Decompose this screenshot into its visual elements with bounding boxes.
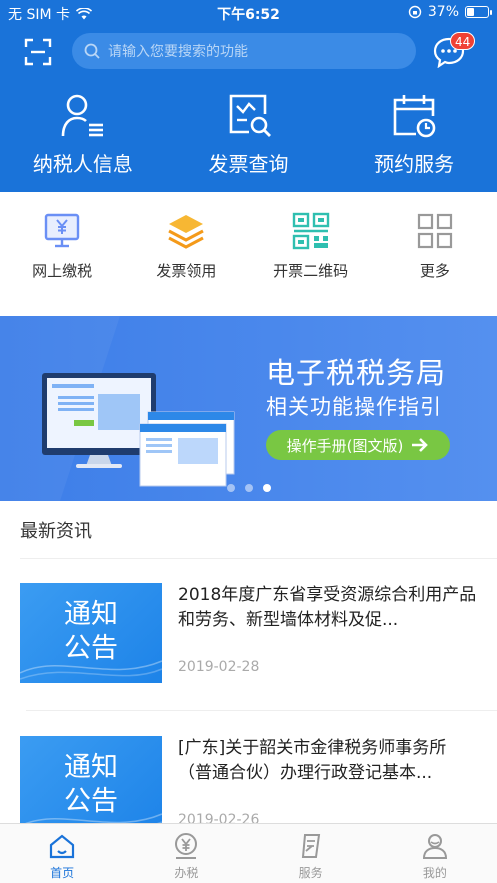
search-icon — [84, 43, 100, 59]
calendar-clock-icon — [393, 95, 436, 138]
tab-bar: 首页 办税 服务 我的 — [0, 823, 497, 883]
search-placeholder: 请输入您要搜索的功能 — [108, 44, 248, 60]
layers-icon — [168, 215, 205, 249]
wave-decoration-icon — [20, 660, 162, 680]
battery-percent: 37% — [427, 4, 459, 20]
invoice-query-label: 发票查询 — [208, 152, 289, 176]
invoice-qrcode-button[interactable]: 开票二维码 — [249, 212, 373, 316]
news-date: 2019-02-28 — [178, 659, 260, 675]
tab-home-label: 首页 — [50, 866, 75, 880]
divider — [26, 710, 497, 711]
news-thumbnail: 通知 公告 — [20, 736, 162, 836]
promo-banner[interactable]: 电子税税务局 相关功能操作指引 操作手册(图文版) — [0, 316, 497, 501]
invoice-query-button[interactable]: 发票查询 — [166, 92, 332, 182]
tab-service[interactable]: 服务 — [249, 824, 373, 883]
person-list-icon — [61, 94, 103, 137]
online-payment-label: 网上缴税 — [32, 262, 93, 280]
tab-profile-label: 我的 — [422, 866, 447, 880]
arrow-right-icon — [412, 438, 429, 452]
taxpayer-info-label: 纳税人信息 — [32, 152, 133, 176]
message-badge: 44 — [450, 32, 476, 50]
banner-cta-label: 操作手册(图文版) — [286, 436, 404, 455]
home-icon — [50, 834, 75, 859]
banner-title: 电子税税务局 — [266, 356, 447, 390]
tab-service-label: 服务 — [298, 866, 323, 880]
quick-actions: 网上缴税 发票领用 开票二维码 更多 — [0, 192, 497, 316]
news-section: 最新资讯 通知 公告 2018年度广东省享受资源综合利用产品和劳务、新型墙体材料… — [0, 501, 497, 836]
news-title: [广东]关于韶关市金律税务师事务所（普通合伙）办理行政登记基本... — [178, 738, 447, 783]
status-bar: 无 SIM 卡 下午6:52 37% — [0, 0, 497, 26]
banner-cta-button[interactable]: 操作手册(图文版) — [266, 430, 450, 460]
reservation-label: 预约服务 — [374, 152, 455, 176]
computer-illustration-icon — [0, 316, 235, 501]
thumb-line1: 通知 — [64, 599, 118, 630]
banner-dot[interactable] — [244, 484, 253, 492]
big-actions: 纳税人信息 发票查询 预约服务 — [0, 92, 497, 182]
tax-yen-icon — [175, 833, 198, 859]
invoice-claim-button[interactable]: 发票领用 — [124, 212, 248, 316]
grid-icon — [417, 213, 452, 249]
banner-pagination — [0, 484, 497, 492]
invoice-claim-label: 发票领用 — [156, 262, 217, 280]
rotation-lock-icon — [408, 5, 422, 19]
news-item[interactable]: 通知 公告 2018年度广东省享受资源综合利用产品和劳务、新型墙体材料及促...… — [20, 583, 497, 685]
banner-subtitle: 相关功能操作指引 — [266, 395, 442, 419]
taxpayer-info-button[interactable]: 纳税人信息 — [0, 92, 166, 182]
more-label: 更多 — [419, 262, 450, 280]
reservation-button[interactable]: 预约服务 — [331, 92, 497, 182]
battery-fill — [467, 8, 475, 16]
qrcode-icon — [292, 212, 329, 250]
invoice-qrcode-label: 开票二维码 — [273, 262, 349, 280]
tab-tax-label: 办税 — [174, 866, 199, 880]
tab-profile[interactable]: 我的 — [373, 824, 497, 883]
thumb-line1: 通知 — [64, 752, 118, 783]
scan-icon[interactable] — [24, 38, 52, 66]
banner-dot[interactable] — [226, 484, 235, 492]
banner-dot-active[interactable] — [262, 484, 271, 492]
monitor-yen-icon — [44, 213, 80, 248]
news-title: 2018年度广东省享受资源综合利用产品和劳务、新型墙体材料及促... — [178, 585, 477, 630]
service-icon — [301, 834, 320, 858]
online-payment-button[interactable]: 网上缴税 — [0, 212, 124, 316]
profile-icon — [422, 834, 447, 859]
battery-icon — [465, 6, 492, 18]
news-thumbnail: 通知 公告 — [20, 583, 162, 683]
invoice-search-icon — [229, 94, 271, 137]
tab-tax[interactable]: 办税 — [124, 824, 248, 883]
more-button[interactable]: 更多 — [373, 212, 497, 316]
tab-home[interactable]: 首页 — [0, 824, 124, 883]
header: 请输入您要搜索的功能 44 纳税人信息 发票查询 预约服务 — [0, 26, 497, 192]
divider — [20, 558, 497, 559]
news-header: 最新资讯 — [20, 521, 92, 542]
search-input[interactable]: 请输入您要搜索的功能 — [72, 33, 416, 69]
status-right: 37% — [408, 4, 492, 20]
